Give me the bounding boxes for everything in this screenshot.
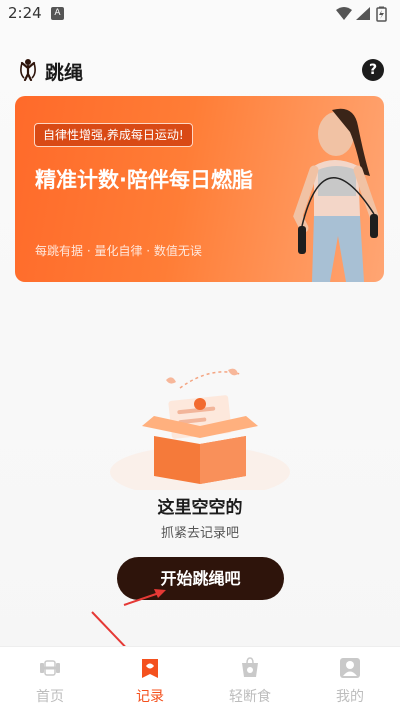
- nav-item-fasting[interactable]: 轻断食: [200, 647, 300, 711]
- fitness-woman-illustration: [293, 108, 379, 282]
- fasting-icon: [242, 657, 258, 677]
- nav-label-fasting: 轻断食: [229, 689, 271, 705]
- start-jump-rope-button[interactable]: 开始跳绳吧: [117, 557, 284, 600]
- profile-icon: [340, 658, 360, 678]
- app-header: 跳绳 ?: [0, 50, 400, 90]
- bottom-nav: 首页 记录 轻断食 我的: [0, 646, 400, 711]
- nav-item-records[interactable]: 记录: [100, 647, 200, 711]
- page-title: 跳绳: [45, 62, 84, 84]
- status-icons: [336, 6, 387, 22]
- nav-label-profile: 我的: [336, 689, 364, 705]
- empty-state-title: 这里空空的: [157, 498, 243, 518]
- help-icon: ?: [368, 62, 378, 78]
- signal-icon: [356, 7, 370, 20]
- notification-icon: A: [51, 7, 64, 20]
- status-bar: 2:24 A: [0, 0, 400, 30]
- empty-state-subtitle: 抓紧去记录吧: [160, 526, 239, 541]
- app-screen: 2:24 A 跳绳 ? 自律性增强,养成每日运动! 精准计数·陪伴每日燃脂 每跳…: [0, 0, 400, 711]
- battery-icon: [376, 6, 387, 22]
- banner-title: 精准计数·陪伴每日燃脂: [35, 168, 253, 192]
- dumbbell-icon: [40, 660, 60, 676]
- help-button[interactable]: ?: [362, 59, 384, 81]
- empty-box-illustration: [110, 368, 290, 490]
- jump-rope-logo-icon: [20, 59, 36, 81]
- nav-item-home[interactable]: 首页: [0, 647, 100, 711]
- banner-tag: 自律性增强,养成每日运动!: [34, 123, 193, 147]
- banner-subtitle: 每跳有据 · 量化自律 · 数值无误: [35, 244, 202, 258]
- status-time: 2:24: [8, 4, 42, 22]
- nav-label-home: 首页: [36, 689, 64, 705]
- wifi-icon: [336, 7, 352, 20]
- record-icon: [142, 659, 158, 678]
- nav-item-profile[interactable]: 我的: [300, 647, 400, 711]
- promo-banner[interactable]: 自律性增强,养成每日运动! 精准计数·陪伴每日燃脂 每跳有据 · 量化自律 · …: [15, 96, 384, 282]
- nav-label-records: 记录: [136, 689, 164, 705]
